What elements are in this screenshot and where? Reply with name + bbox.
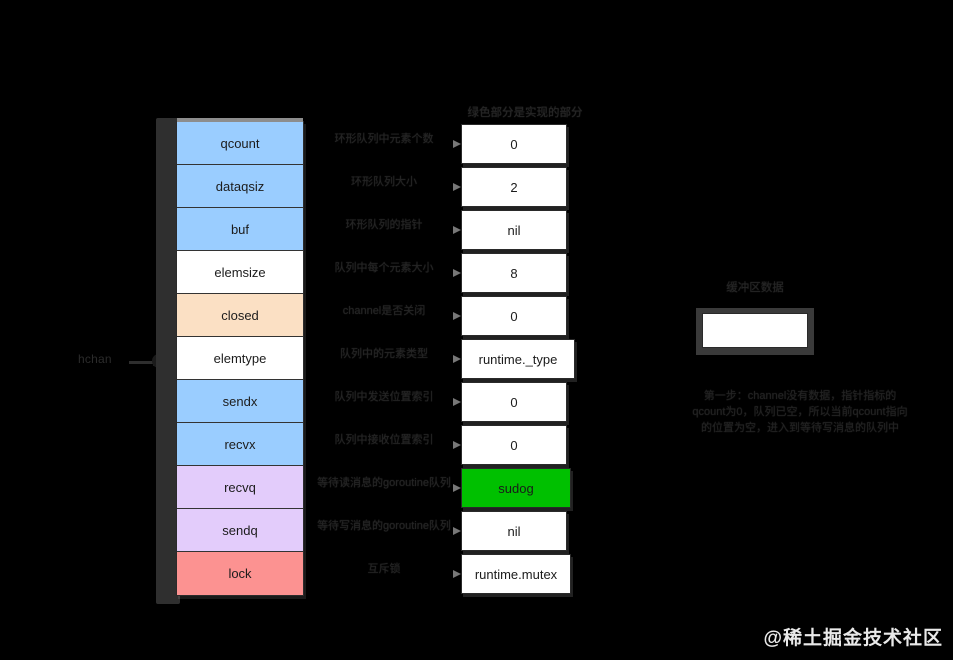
field-row-closed: closed xyxy=(177,294,303,337)
value-text: sudog xyxy=(498,480,534,496)
value-row-elemsize: 8 xyxy=(453,253,567,293)
field-row-sendx: sendx xyxy=(177,380,303,423)
field-row-elemtype: elemtype xyxy=(177,337,303,380)
value-text: 0 xyxy=(510,437,518,453)
value-row-recvq: sudog xyxy=(453,468,571,508)
value-row-dataqsiz: 2 xyxy=(453,167,567,207)
value-text: runtime.mutex xyxy=(474,566,558,582)
annotation-text: 环形队列大小 xyxy=(351,176,417,188)
annotation-text: 环形队列中元素个数 xyxy=(334,133,434,145)
annotation-row-dataqsiz: 环形队列大小 xyxy=(305,161,463,204)
annotation-row-elemsize: 队列中每个元素大小 xyxy=(305,247,463,290)
hchan-field-column: qcount dataqsiz buf elemsize closed elemtype s… xyxy=(176,118,304,596)
right-panel-title: 缓冲区数据 xyxy=(726,282,784,294)
field-row-recvx: recvx xyxy=(177,423,303,466)
field-label: sendx xyxy=(222,393,258,409)
field-row-qcount: qcount xyxy=(177,122,303,165)
value-text: 0 xyxy=(510,136,518,152)
field-label: buf xyxy=(230,221,250,237)
annotation-row-sendx: 队列中发送位置索引 xyxy=(305,376,463,419)
annotation-text: 等待写消息的goroutine队列 xyxy=(317,520,451,532)
field-label: recvq xyxy=(224,479,256,495)
value-text: 2 xyxy=(510,179,518,195)
field-label: lock xyxy=(228,566,252,581)
value-row-sendx: 0 xyxy=(453,382,567,422)
value-column-title: 绿色部分是实现的部分 xyxy=(467,107,583,119)
value-row-lock: runtime.mutex xyxy=(453,554,571,594)
annotation-text: 队列中接收位置索引 xyxy=(334,434,434,446)
value-text: 8 xyxy=(510,265,518,281)
field-label: elemtype xyxy=(213,350,267,366)
annotation-row-closed: channel是否关闭 xyxy=(305,290,463,333)
field-label: elemsize xyxy=(214,264,266,280)
annotation-text: 队列中每个元素大小 xyxy=(334,262,434,274)
field-label: recvx xyxy=(224,436,256,452)
value-row-sendq: nil xyxy=(453,511,567,551)
field-row-buf: buf xyxy=(177,208,303,251)
field-label: qcount xyxy=(220,135,260,151)
hchan-value-column: 0 2 nil 8 0 runtime._type 0 0 sudog nil runtime.mu… xyxy=(453,124,575,597)
annotation-row-recvx: 队列中接收位置索引 xyxy=(305,419,463,462)
value-row-qcount: 0 xyxy=(453,124,567,164)
diagram-canvas: hchan qcount dataqsiz buf elemsize closed ele… xyxy=(0,0,953,660)
field-label: dataqsiz xyxy=(215,178,265,194)
annotation-text: 等待读消息的goroutine队列 xyxy=(317,477,451,489)
value-text: nil xyxy=(507,523,521,539)
right-panel-note: 第一步：channel没有数据，指针指标的qcount为0，队列已空，所以当前q… xyxy=(692,390,908,434)
value-row-recvx: 0 xyxy=(453,425,567,465)
annotation-row-buf: 环形队列的指针 xyxy=(305,204,463,247)
annotation-row-lock: 互斥锁 xyxy=(305,548,463,591)
annotation-text: 队列中发送位置索引 xyxy=(334,391,434,403)
value-text: runtime._type xyxy=(478,351,558,367)
annotation-row-sendq: 等待写消息的goroutine队列 xyxy=(305,505,463,548)
value-row-buf: nil xyxy=(453,210,567,250)
annotation-text: 互斥锁 xyxy=(367,563,401,575)
watermark: @稀土掘金技术社区 xyxy=(763,628,943,649)
value-text: 0 xyxy=(510,308,518,324)
right-panel-buffer-box xyxy=(702,313,808,348)
field-label: closed xyxy=(221,307,259,323)
value-row-elemtype: runtime._type xyxy=(453,339,575,379)
field-row-recvq: recvq xyxy=(177,466,303,509)
annotation-text: 队列中的元素类型 xyxy=(340,348,428,360)
value-text: nil xyxy=(507,222,521,238)
annotation-row-qcount: 环形队列中元素个数 xyxy=(305,118,463,161)
field-row-lock: lock xyxy=(177,552,303,595)
value-text: 0 xyxy=(510,394,518,410)
value-row-closed: 0 xyxy=(453,296,567,336)
hchan-pointer-label: hchan xyxy=(78,352,112,366)
hchan-annotation-column: 环形队列中元素个数 环形队列大小 环形队列的指针 队列中每个元素大小 channel是否… xyxy=(305,118,463,591)
annotation-text: channel是否关闭 xyxy=(342,305,426,317)
field-label: sendq xyxy=(222,522,258,538)
annotation-row-elemtype: 队列中的元素类型 xyxy=(305,333,463,376)
annotation-text: 环形队列的指针 xyxy=(345,219,423,231)
annotation-row-recvq: 等待读消息的goroutine队列 xyxy=(305,462,463,505)
field-row-elemsize: elemsize xyxy=(177,251,303,294)
field-row-dataqsiz: dataqsiz xyxy=(177,165,303,208)
field-row-sendq: sendq xyxy=(177,509,303,552)
